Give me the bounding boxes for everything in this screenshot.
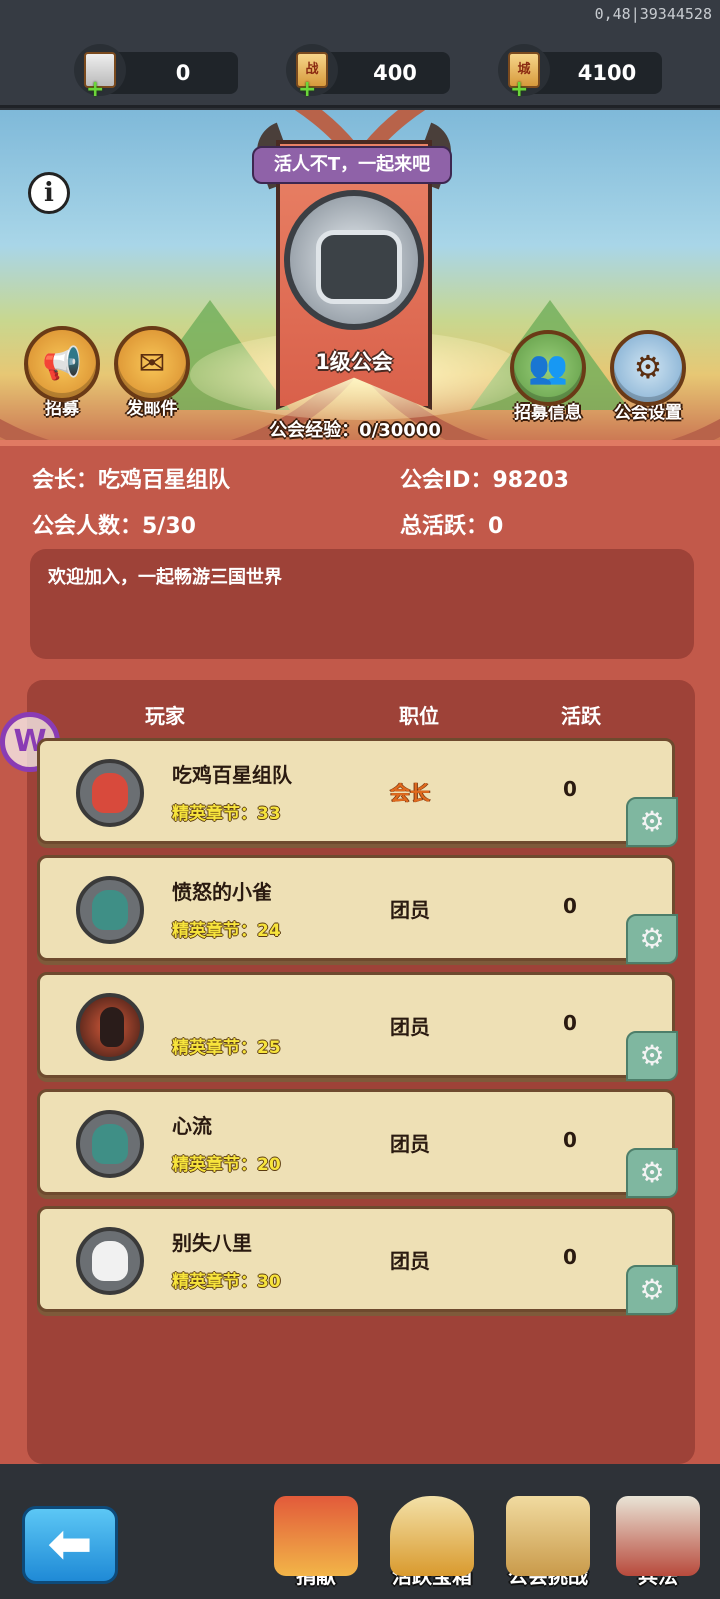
column-header-position: 职位 bbox=[399, 704, 439, 728]
battle-scroll-icon: 战 + bbox=[286, 44, 338, 102]
member-activity: 0 bbox=[563, 1011, 577, 1035]
member-row[interactable]: 吃鸡百星组队 精英章节：33 会长 0 ⚙ bbox=[37, 738, 678, 847]
member-row[interactable]: 精英章节：25 团员 0 ⚙ bbox=[37, 972, 678, 1081]
guild-challenge-button[interactable]: 公会挑战 bbox=[498, 1496, 598, 1589]
member-elite-chapter: 精英章节：25 bbox=[172, 1038, 281, 1058]
city-scroll-icon: 城 + bbox=[498, 44, 550, 102]
guild-leader: 会长：吃鸡百星组队 bbox=[32, 468, 231, 493]
member-activity: 0 bbox=[563, 1245, 577, 1269]
member-activity: 0 bbox=[563, 894, 577, 918]
mail-icon: ✉ bbox=[114, 326, 190, 402]
megaphone-icon: 📢 bbox=[24, 326, 100, 402]
member-elite-chapter: 精英章节：24 bbox=[172, 921, 281, 941]
guild-motto: 活人不T，一起来吧 bbox=[252, 146, 452, 184]
guild-member-count: 公会人数：5/30 bbox=[32, 514, 196, 539]
recruit-button[interactable]: 📢 招募 bbox=[24, 326, 100, 419]
resource-hand-scroll[interactable]: + 0 bbox=[74, 44, 238, 102]
resource-battle-scroll[interactable]: 战 + 400 bbox=[286, 44, 450, 102]
avatar bbox=[76, 759, 144, 827]
avatar bbox=[76, 993, 144, 1061]
member-role: 团员 bbox=[390, 1015, 430, 1039]
challenge-scroll-icon bbox=[506, 1496, 590, 1576]
people-icon: 👥 bbox=[510, 330, 586, 406]
treasure-chest-icon bbox=[390, 1496, 474, 1576]
member-name: 心流 bbox=[172, 1114, 212, 1138]
member-elite-chapter: 精英章节：20 bbox=[172, 1155, 281, 1175]
add-plus-icon[interactable]: + bbox=[298, 77, 316, 102]
recruit-info-button[interactable]: 👥 招募信息 bbox=[510, 330, 586, 423]
guild-notice: 欢迎加入，一起畅游三国世界 bbox=[30, 549, 694, 659]
add-plus-icon[interactable]: + bbox=[510, 77, 528, 102]
hand-scroll-icon: + bbox=[74, 44, 126, 102]
resource-value: 0 bbox=[175, 61, 191, 85]
avatar bbox=[76, 1227, 144, 1295]
guild-settings-button[interactable]: ⚙ 公会设置 bbox=[610, 330, 686, 423]
member-name: 愤怒的小雀 bbox=[172, 880, 272, 904]
guild-level: 1级公会 bbox=[315, 350, 393, 374]
guild-helmet-emblem-icon bbox=[284, 190, 424, 330]
avatar bbox=[76, 1110, 144, 1178]
guild-total-activity: 总活跃：0 bbox=[400, 514, 504, 539]
donate-chest-icon bbox=[274, 1496, 358, 1576]
member-gear-icon[interactable]: ⚙ bbox=[626, 1148, 678, 1198]
member-name: 吃鸡百星组队 bbox=[172, 763, 292, 787]
donate-button[interactable]: 捐献 bbox=[266, 1496, 366, 1589]
guild-id: 公会ID：98203 bbox=[400, 468, 569, 493]
member-activity: 0 bbox=[563, 777, 577, 801]
tactics-button[interactable]: 兵法 bbox=[608, 1496, 708, 1589]
top-resource-bar: 0,48|39344528 + 0 战 + 400 城 + 4100 bbox=[0, 0, 720, 108]
resource-city-scroll[interactable]: 城 + 4100 bbox=[498, 44, 662, 102]
send-mail-button[interactable]: ✉ 发邮件 bbox=[114, 326, 190, 419]
avatar bbox=[76, 876, 144, 944]
guild-exp: 公会经验：0/30000 bbox=[269, 420, 441, 441]
add-plus-icon[interactable]: + bbox=[86, 77, 104, 102]
resource-value: 400 bbox=[373, 61, 417, 85]
member-row[interactable]: 别失八里 精英章节：30 团员 0 ⚙ bbox=[37, 1206, 678, 1315]
resource-value: 4100 bbox=[577, 61, 637, 85]
member-gear-icon[interactable]: ⚙ bbox=[626, 797, 678, 847]
member-role: 会长 bbox=[390, 781, 430, 805]
member-elite-chapter: 精英章节：33 bbox=[172, 804, 281, 824]
member-activity: 0 bbox=[563, 1128, 577, 1152]
member-role: 团员 bbox=[390, 898, 430, 922]
member-row[interactable]: 心流 精英章节：20 团员 0 ⚙ bbox=[37, 1089, 678, 1198]
activity-chest-button[interactable]: 活跃宝箱 bbox=[382, 1496, 482, 1589]
member-elite-chapter: 精英章节：30 bbox=[172, 1272, 281, 1292]
member-role: 团员 bbox=[390, 1249, 430, 1273]
member-gear-icon[interactable]: ⚙ bbox=[626, 1265, 678, 1315]
debug-readout: 0,48|39344528 bbox=[594, 5, 712, 23]
back-arrow-icon[interactable]: ⬅ bbox=[22, 1506, 118, 1584]
member-gear-icon[interactable]: ⚙ bbox=[626, 914, 678, 964]
member-gear-icon[interactable]: ⚙ bbox=[626, 1031, 678, 1081]
gear-icon: ⚙ bbox=[610, 330, 686, 406]
member-row[interactable]: 愤怒的小雀 精英章节：24 团员 0 ⚙ bbox=[37, 855, 678, 964]
info-icon[interactable]: i bbox=[28, 172, 70, 214]
tactics-book-icon bbox=[616, 1496, 700, 1576]
column-header-activity: 活跃 bbox=[561, 704, 601, 728]
member-role: 团员 bbox=[390, 1132, 430, 1156]
member-name: 别失八里 bbox=[172, 1231, 252, 1255]
column-header-player: 玩家 bbox=[145, 704, 185, 728]
